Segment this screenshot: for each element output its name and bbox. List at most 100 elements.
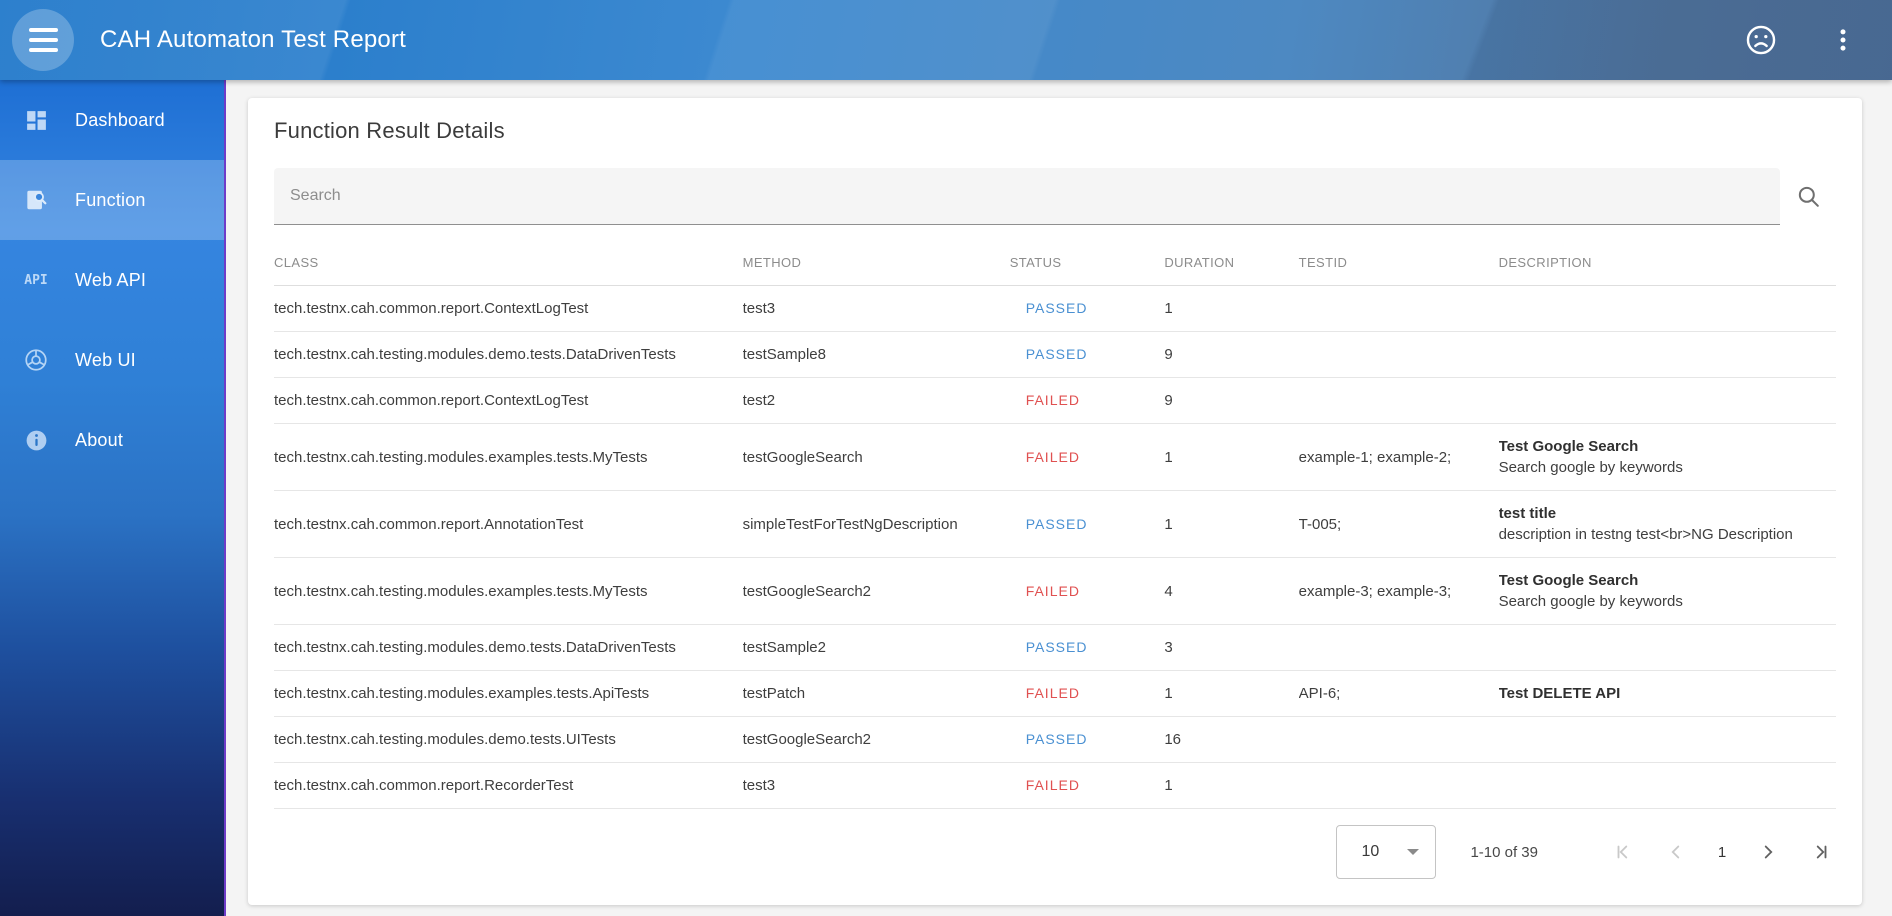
cell-status: PASSED [1010, 717, 1165, 763]
cell-testid: T-005; [1299, 491, 1499, 558]
last-page-icon[interactable] [1808, 840, 1832, 864]
cell-testid: example-1; example-2; [1299, 424, 1499, 491]
cell-status: PASSED [1010, 286, 1165, 332]
cell-status: FAILED [1010, 763, 1165, 809]
pagination-range-label: 1-10 of 39 [1470, 844, 1538, 861]
sidebar-item-label: Function [75, 190, 146, 211]
table-row[interactable]: tech.testnx.cah.testing.modules.examples… [274, 671, 1836, 717]
search-input[interactable] [274, 168, 1780, 225]
cell-class: tech.testnx.cah.testing.modules.demo.tes… [274, 625, 743, 671]
cell-duration: 1 [1164, 763, 1298, 809]
cell-testid [1299, 625, 1499, 671]
table-row[interactable]: tech.testnx.cah.common.report.RecorderTe… [274, 763, 1836, 809]
cell-testid [1299, 378, 1499, 424]
app-title: CAH Automaton Test Report [100, 26, 406, 54]
cell-method: testGoogleSearch [743, 424, 1010, 491]
cell-class: tech.testnx.cah.testing.modules.demo.tes… [274, 717, 743, 763]
cell-class: tech.testnx.cah.testing.modules.examples… [274, 424, 743, 491]
page-size-select[interactable]: 10 [1336, 825, 1436, 879]
kebab-menu-icon[interactable] [1820, 17, 1866, 63]
table-header-row: CLASS METHOD STATUS DURATION TESTID DESC… [274, 239, 1836, 286]
api-icon: API [23, 273, 49, 288]
description-title: test title [1499, 503, 1828, 524]
column-header-duration[interactable]: DURATION [1164, 239, 1298, 286]
page-size-value: 10 [1361, 843, 1407, 861]
hamburger-icon [29, 28, 58, 52]
table-row[interactable]: tech.testnx.cah.common.report.ContextLog… [274, 378, 1836, 424]
table-body: tech.testnx.cah.common.report.ContextLog… [274, 286, 1836, 809]
search-icon[interactable] [1780, 169, 1836, 225]
table-row[interactable]: tech.testnx.cah.testing.modules.examples… [274, 424, 1836, 491]
column-header-method[interactable]: METHOD [743, 239, 1010, 286]
cell-method: testSample8 [743, 332, 1010, 378]
table-row[interactable]: tech.testnx.cah.testing.modules.examples… [274, 558, 1836, 625]
column-header-class[interactable]: CLASS [274, 239, 743, 286]
column-header-description[interactable]: DESCRIPTION [1499, 239, 1836, 286]
cell-description: test title description in testng test<br… [1499, 491, 1836, 558]
hamburger-menu-button[interactable] [12, 9, 74, 71]
sidebar: Dashboard Function API Web API Web [0, 80, 226, 916]
dashboard-icon [23, 108, 49, 133]
chrome-icon [23, 347, 49, 373]
table-row[interactable]: tech.testnx.cah.testing.modules.demo.tes… [274, 717, 1836, 763]
table-row[interactable]: tech.testnx.cah.testing.modules.demo.tes… [274, 625, 1836, 671]
sidebar-item-dashboard[interactable]: Dashboard [0, 80, 224, 160]
status-badge: FAILED [1010, 777, 1080, 793]
sidebar-item-label: Web UI [75, 350, 136, 371]
sidebar-item-label: Dashboard [75, 110, 165, 131]
cell-duration: 9 [1164, 332, 1298, 378]
cell-status: FAILED [1010, 378, 1165, 424]
cell-method: testGoogleSearch2 [743, 717, 1010, 763]
previous-page-icon[interactable] [1664, 840, 1688, 864]
pagination-controls: 1 [1584, 840, 1832, 864]
cell-duration: 3 [1164, 625, 1298, 671]
table-row[interactable]: tech.testnx.cah.common.report.ContextLog… [274, 286, 1836, 332]
cell-description: Test Google Search Search google by keyw… [1499, 558, 1836, 625]
description-text: Search google by keywords [1499, 457, 1828, 478]
cell-description [1499, 286, 1836, 332]
table-row[interactable]: tech.testnx.cah.testing.modules.demo.tes… [274, 332, 1836, 378]
column-header-status[interactable]: STATUS [1010, 239, 1165, 286]
cell-testid [1299, 763, 1499, 809]
cell-description [1499, 625, 1836, 671]
status-badge: PASSED [1010, 516, 1088, 532]
next-page-icon[interactable] [1756, 840, 1780, 864]
cell-duration: 1 [1164, 491, 1298, 558]
sidebar-item-web-ui[interactable]: Web UI [0, 320, 224, 400]
cell-description [1499, 763, 1836, 809]
status-badge: FAILED [1010, 392, 1080, 408]
cell-description [1499, 378, 1836, 424]
table-row[interactable]: tech.testnx.cah.common.report.Annotation… [274, 491, 1836, 558]
sad-face-icon[interactable] [1738, 17, 1784, 63]
cell-class: tech.testnx.cah.testing.modules.examples… [274, 671, 743, 717]
chevron-down-icon [1407, 849, 1419, 855]
cell-duration: 4 [1164, 558, 1298, 625]
cell-method: testGoogleSearch2 [743, 558, 1010, 625]
cell-class: tech.testnx.cah.common.report.Annotation… [274, 491, 743, 558]
search-bar [274, 168, 1836, 225]
sidebar-item-label: About [75, 430, 123, 451]
cell-duration: 1 [1164, 671, 1298, 717]
cell-duration: 1 [1164, 286, 1298, 332]
sidebar-item-function[interactable]: Function [0, 160, 224, 240]
current-page-number: 1 [1716, 844, 1728, 861]
status-badge: FAILED [1010, 685, 1080, 701]
cell-method: testPatch [743, 671, 1010, 717]
sidebar-item-about[interactable]: About [0, 400, 224, 480]
cell-duration: 1 [1164, 424, 1298, 491]
cell-testid [1299, 332, 1499, 378]
sidebar-item-web-api[interactable]: API Web API [0, 240, 224, 320]
cell-description [1499, 717, 1836, 763]
cell-duration: 9 [1164, 378, 1298, 424]
description-text: description in testng test<br>NG Descrip… [1499, 524, 1828, 545]
first-page-icon[interactable] [1612, 840, 1636, 864]
cell-class: tech.testnx.cah.common.report.RecorderTe… [274, 763, 743, 809]
description-title: Test Google Search [1499, 436, 1828, 457]
column-header-testid[interactable]: TESTID [1299, 239, 1499, 286]
cell-status: FAILED [1010, 671, 1165, 717]
cell-testid [1299, 286, 1499, 332]
cell-method: test2 [743, 378, 1010, 424]
page-title: Function Result Details [274, 118, 1836, 144]
cell-method: simpleTestForTestNgDescription [743, 491, 1010, 558]
cell-class: tech.testnx.cah.common.report.ContextLog… [274, 378, 743, 424]
